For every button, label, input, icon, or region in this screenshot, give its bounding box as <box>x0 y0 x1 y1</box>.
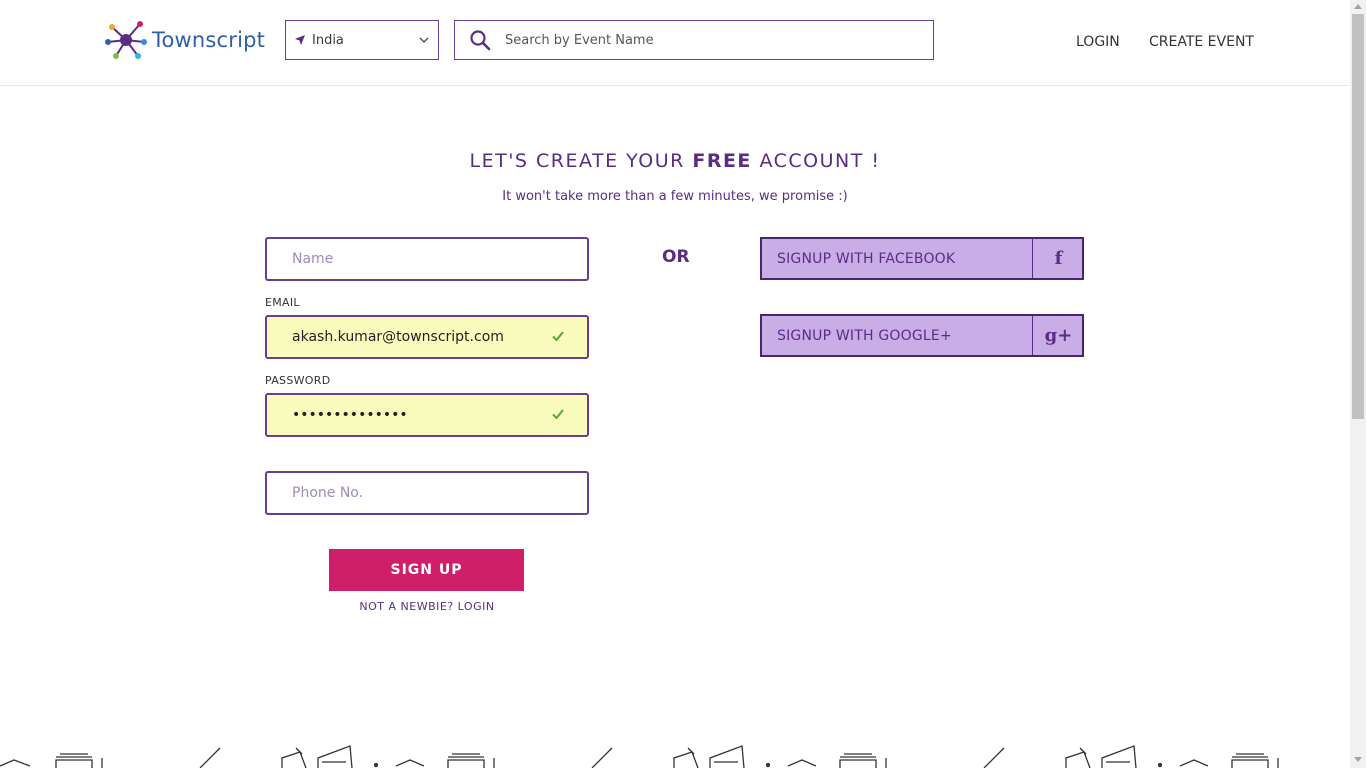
townscript-logo[interactable]: Townscript <box>104 18 265 62</box>
logo-network-icon <box>105 21 147 59</box>
top-header: Townscript India LOGIN CREATE EVENT <box>0 0 1350 86</box>
page-title-prefix: LET'S CREATE YOUR <box>469 150 693 172</box>
signup-facebook-button[interactable]: SIGNUP WITH FACEBOOK f <box>760 237 1084 280</box>
name-field[interactable] <box>265 237 589 281</box>
location-value: India <box>312 32 344 48</box>
phone-field[interactable] <box>265 471 589 515</box>
email-label: EMAIL <box>265 296 300 309</box>
name-input[interactable] <box>292 251 542 267</box>
scroll-thumb[interactable] <box>1352 14 1364 419</box>
city-skyline-decoration <box>0 745 1279 768</box>
event-search-bar[interactable] <box>454 20 934 60</box>
facebook-icon: f <box>1054 248 1063 269</box>
page-scrollbar[interactable] <box>1350 0 1366 768</box>
google-plus-icon: g+ <box>1044 325 1073 346</box>
page-title: LET'S CREATE YOUR FREE ACCOUNT ! <box>0 150 1350 172</box>
page-subtitle: It won't take more than a few minutes, w… <box>502 189 848 204</box>
page-title-emphasis: FREE <box>692 150 752 172</box>
page-title-suffix: ACCOUNT ! <box>751 150 881 172</box>
navigation-arrow-icon <box>295 35 305 45</box>
scroll-up-arrow-icon[interactable] <box>1354 4 1362 9</box>
password-field[interactable] <box>265 393 589 437</box>
existing-user-login-link[interactable]: NOT A NEWBIE? LOGIN <box>265 600 589 613</box>
checkmark-icon <box>552 409 564 420</box>
email-input[interactable] <box>292 329 542 345</box>
location-selector[interactable]: India <box>285 20 439 60</box>
nav-login-link[interactable]: LOGIN <box>1076 34 1120 50</box>
checkmark-icon <box>552 331 564 342</box>
chevron-down-icon <box>419 37 429 44</box>
search-input[interactable] <box>505 32 905 48</box>
facebook-button-label: SIGNUP WITH FACEBOOK <box>777 250 956 267</box>
phone-input[interactable] <box>292 485 542 501</box>
or-separator: OR <box>662 247 690 267</box>
sign-up-button[interactable]: SIGN UP <box>329 549 524 591</box>
nav-create-event-link[interactable]: CREATE EVENT <box>1149 34 1254 50</box>
logo-text: Townscript <box>152 28 266 52</box>
google-button-label: SIGNUP WITH GOOGLE+ <box>777 327 952 344</box>
email-field[interactable] <box>265 315 589 359</box>
search-icon <box>470 30 491 51</box>
scroll-down-arrow-icon[interactable] <box>1354 757 1362 762</box>
signup-google-button[interactable]: SIGNUP WITH GOOGLE+ g+ <box>760 314 1084 357</box>
password-input[interactable] <box>292 407 542 423</box>
password-label: PASSWORD <box>265 374 331 387</box>
